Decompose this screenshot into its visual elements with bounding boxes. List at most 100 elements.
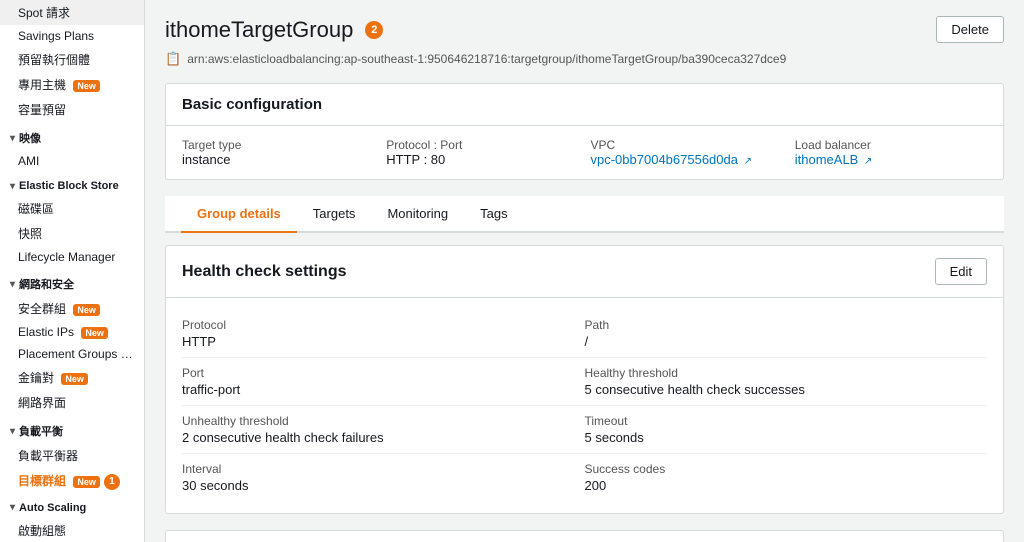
label-interval: Interval [182,462,585,476]
config-field-protocol: Protocol : Port HTTP : 80 [386,138,578,167]
sidebar-item-dedicated[interactable]: 專用主機 New [0,72,144,97]
title-badge: 2 [365,21,383,39]
sidebar-item-eni[interactable]: 網路界面 [0,390,144,415]
value-vpc: vpc-0bb7004b67556d0da ↗ [591,152,783,167]
sidebar-item-reserved[interactable]: 預留執行個體 [0,47,144,72]
label-targettype: Target type [182,138,374,152]
value-hc-port: traffic-port [182,382,585,397]
sidebar-item-placement[interactable]: Placement Groups New [0,343,144,365]
sidebar-item-spot[interactable]: Spot 請求 [0,0,144,25]
label-vpc: VPC [591,138,783,152]
sidebar-item-volumes[interactable]: 磁碟區 [0,196,144,221]
field-interval: Interval 30 seconds [182,454,585,501]
value-unhealthy-threshold: 2 consecutive health check failures [182,430,585,445]
attributes-card: Attributes Edit Stickiness Disabled Dere… [165,530,1004,542]
health-check-title: Health check settings [182,263,347,281]
new-badge-sg: New [73,304,100,316]
sidebar-section-lb[interactable]: ▾負載平衡 [0,415,144,443]
tab-group-details[interactable]: Group details [181,196,297,233]
label-hc-path: Path [585,318,988,332]
delete-button[interactable]: Delete [936,16,1004,43]
value-protocol: HTTP : 80 [386,152,578,167]
attributes-header: Attributes Edit [166,531,1003,542]
page-title: ithomeTargetGroup [165,17,353,43]
arn-row: 📋 arn:aws:elasticloadbalancing:ap-southe… [165,51,1004,67]
field-timeout: Timeout 5 seconds [585,406,988,454]
basic-config-body: Target type instance Protocol : Port HTT… [166,126,1003,179]
tab-monitoring[interactable]: Monitoring [371,196,464,233]
title-row: ithomeTargetGroup 2 [165,17,383,43]
tab-tags[interactable]: Tags [464,196,523,233]
new-badge-kp: New [61,373,88,385]
sidebar-item-savings[interactable]: Savings Plans [0,25,144,47]
sidebar-item-targetgroup[interactable]: 目標群組 New1 [0,468,144,494]
sidebar-item-keypair[interactable]: 金鑰對 New [0,365,144,390]
basic-config-card: Basic configuration Target type instance… [165,83,1004,180]
arrow-icon-ebs: ▾ [10,181,15,192]
arn-text: arn:aws:elasticloadbalancing:ap-southeas… [187,52,786,66]
field-path: Path / [585,310,988,358]
field-success-codes: Success codes 200 [585,454,988,501]
health-check-fields: Protocol HTTP Path / Port traffic-port H… [166,298,1003,513]
sidebar-section-images[interactable]: ▾映像 [0,122,144,150]
field-unhealthy-threshold: Unhealthy threshold 2 consecutive health… [182,406,585,454]
count-badge-tg: 1 [104,474,120,490]
value-targettype: instance [182,152,374,167]
spacer [165,233,1004,245]
vpc-link[interactable]: vpc-0bb7004b67556d0da ↗ [591,152,752,167]
new-badge-eip: New [81,327,108,339]
config-field-lb: Load balancer ithomeALB ↗ [795,138,987,167]
arrow-icon-lb: ▾ [10,426,15,437]
copy-icon: 📋 [165,51,181,67]
sidebar-section-autoscaling[interactable]: ▾Auto Scaling [0,494,144,518]
lb-link[interactable]: ithomeALB ↗ [795,152,873,167]
sidebar-section-network[interactable]: ▾網路和安全 [0,268,144,296]
field-healthy-threshold: Healthy threshold 5 consecutive health c… [585,358,988,406]
main-content: ithomeTargetGroup 2 Delete 📋 arn:aws:ela… [145,0,1024,542]
config-field-vpc: VPC vpc-0bb7004b67556d0da ↗ [591,138,783,167]
health-check-card: Health check settings Edit Protocol HTTP… [165,245,1004,514]
value-hc-path: / [585,334,988,349]
label-healthy-threshold: Healthy threshold [585,366,988,380]
health-check-edit-button[interactable]: Edit [935,258,987,285]
arrow-icon-network: ▾ [10,279,15,290]
tab-targets[interactable]: Targets [297,196,372,233]
tabs-bar: Group details Targets Monitoring Tags [165,196,1004,233]
sidebar-item-eip[interactable]: Elastic IPs New [0,321,144,343]
label-lb: Load balancer [795,138,987,152]
new-badge: New [73,80,100,92]
sidebar-item-launchconfig[interactable]: 啟動組態 [0,518,144,542]
label-hc-protocol: Protocol [182,318,585,332]
sidebar-item-loadbalancer[interactable]: 負載平衡器 [0,443,144,468]
label-protocol: Protocol : Port [386,138,578,152]
page-header: ithomeTargetGroup 2 Delete [165,16,1004,43]
value-hc-protocol: HTTP [182,334,585,349]
value-interval: 30 seconds [182,478,585,493]
new-badge-tg: New [73,476,100,488]
value-healthy-threshold: 5 consecutive health check successes [585,382,988,397]
health-check-header: Health check settings Edit [166,246,1003,298]
arrow-icon-as: ▾ [10,502,15,513]
basic-config-header: Basic configuration [166,84,1003,126]
sidebar: Spot 請求 Savings Plans 預留執行個體 專用主機 New 容量… [0,0,145,542]
label-hc-port: Port [182,366,585,380]
sidebar-item-ami[interactable]: AMI [0,150,144,172]
sidebar-item-sg[interactable]: 安全群組 New [0,296,144,321]
external-icon-lb: ↗ [864,156,872,167]
field-protocol: Protocol HTTP [182,310,585,358]
label-unhealthy-threshold: Unhealthy threshold [182,414,585,428]
sidebar-item-snapshots[interactable]: 快照 [0,221,144,246]
value-timeout: 5 seconds [585,430,988,445]
value-success-codes: 200 [585,478,988,493]
field-hc-port: Port traffic-port [182,358,585,406]
sidebar-item-lifecycle[interactable]: Lifecycle Manager [0,246,144,268]
label-success-codes: Success codes [585,462,988,476]
config-grid: Target type instance Protocol : Port HTT… [182,138,987,167]
external-icon: ↗ [744,156,752,167]
arrow-icon: ▾ [10,133,15,144]
sidebar-item-capacity[interactable]: 容量預留 [0,97,144,122]
value-lb: ithomeALB ↗ [795,152,987,167]
new-badge-pg: New [125,349,144,361]
config-field-targettype: Target type instance [182,138,374,167]
sidebar-section-ebs[interactable]: ▾Elastic Block Store [0,172,144,196]
